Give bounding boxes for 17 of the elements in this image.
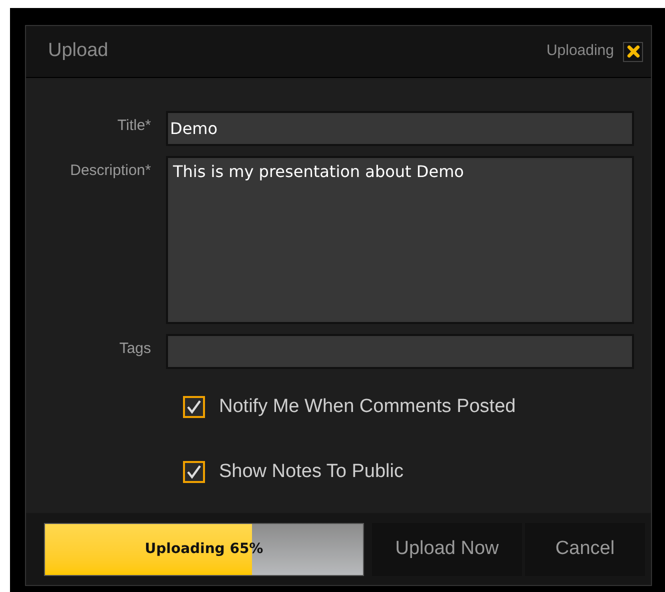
field-label: Description* [69,161,152,181]
status-text: Uploading [546,41,614,62]
cancel-button[interactable]: Cancel [525,522,645,576]
option-label: Notify Me When Comments Posted [219,395,516,419]
close-button[interactable] [623,42,643,62]
checkbox[interactable] [183,460,205,483]
description-field[interactable]: This is my presentation about Demo [166,156,634,324]
option-label: Show Notes To Public [219,460,404,484]
input-field[interactable] [166,334,634,369]
progress-text: Uploading 65% [144,540,264,558]
close-icon [626,45,640,58]
checkbox[interactable] [183,396,205,418]
input-field[interactable]: Demo [166,111,634,146]
field-label: Tags [118,339,152,359]
window-title: Upload [48,39,108,64]
upload-button[interactable]: Upload Now [372,522,522,576]
field-label: Title* [116,116,152,136]
